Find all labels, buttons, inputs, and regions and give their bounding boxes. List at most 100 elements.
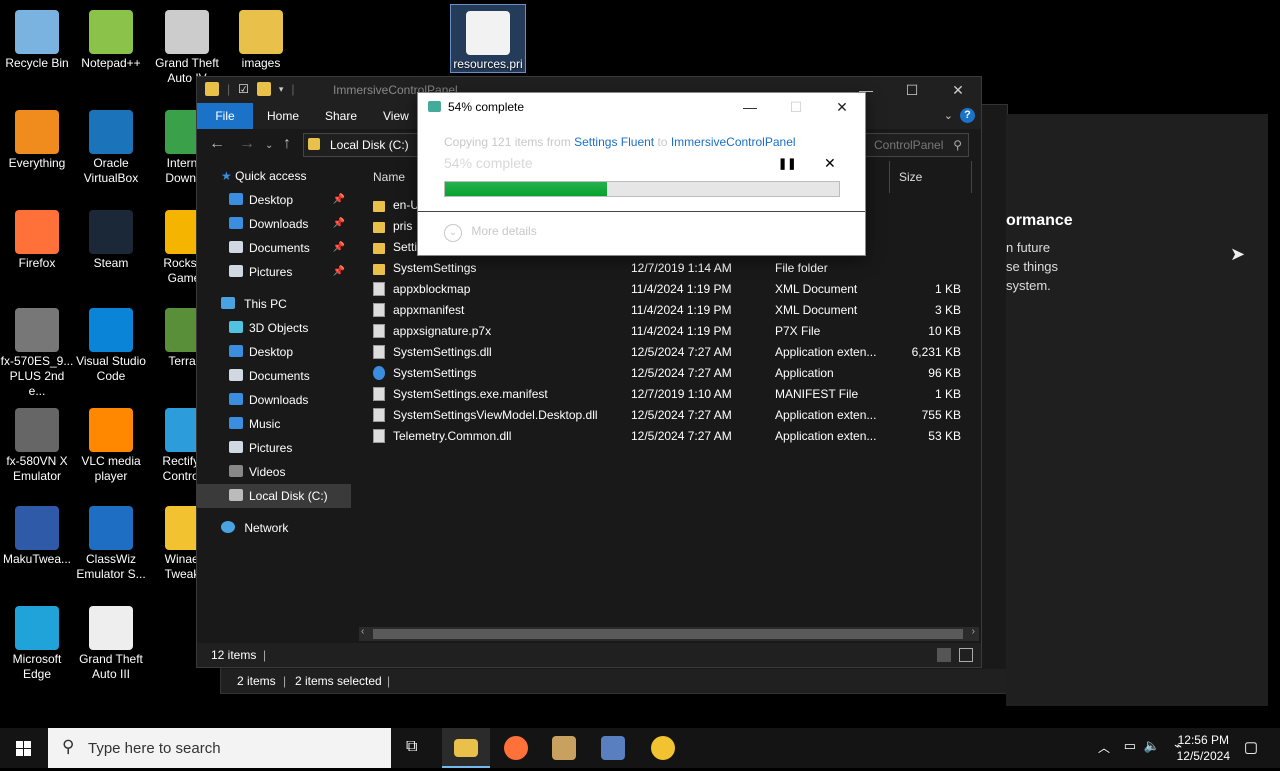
file-row[interactable]: Telemetry.Common.dll 12/5/2024 7:27 AM App… [365, 426, 965, 447]
desktop-icon[interactable]: ClassWiz Emulator S... [74, 500, 148, 582]
pause-button[interactable]: ❚❚ [778, 157, 796, 170]
nav-label: Videos [249, 465, 286, 479]
desktop-icon[interactable]: images [224, 4, 298, 71]
file-row[interactable]: SystemSettings 12/5/2024 7:27 AM Applicati… [365, 363, 965, 384]
nav-network[interactable]: Network [221, 516, 351, 540]
tab-share[interactable]: Share [325, 103, 357, 129]
folder-icon [229, 441, 243, 453]
details-view-icon[interactable] [937, 648, 951, 662]
file-row[interactable]: appxmanifest 11/4/2024 1:19 PM XML Documen… [365, 300, 965, 321]
desktop-icon[interactable]: Visual Studio Code [74, 302, 148, 384]
nav-pc-item[interactable]: Downloads [197, 388, 351, 412]
taskbar-winaero-icon[interactable] [651, 736, 675, 760]
copy-progress-dialog[interactable]: 54% complete — ☐ ✕ Copying 121 items fro… [417, 92, 866, 256]
nav-pc-item[interactable]: Videos [197, 460, 351, 484]
nav-quick-item[interactable]: Documents 📌 [229, 236, 351, 260]
large-icons-view-icon[interactable] [959, 648, 973, 662]
clock[interactable]: 12:56 PM 12/5/2024 [1177, 732, 1230, 764]
desktop-icon[interactable]: Grand Theft Auto IV [150, 4, 224, 86]
up-arrow-icon[interactable]: ↑ [283, 135, 291, 153]
maximize-button[interactable]: ☐ [889, 77, 935, 103]
cancel-button[interactable]: ✕ [824, 155, 836, 172]
customize-toolbar-icon[interactable]: ▾ [279, 84, 284, 95]
help-icon[interactable]: ? [960, 108, 975, 123]
file-row[interactable]: SystemSettingsViewModel.Desktop.dll 12/5/… [365, 405, 965, 426]
panel-heading: ormance [1006, 212, 1073, 229]
nav-pc-item[interactable]: Pictures [197, 436, 351, 460]
nav-pc-item[interactable]: Music [197, 412, 351, 436]
tab-file[interactable]: File [197, 103, 253, 129]
search-icon: ⚲ [62, 737, 75, 756]
desktop-icon[interactable]: Microsoft Edge [0, 600, 74, 682]
desktop-icon[interactable]: Recycle Bin [0, 4, 74, 71]
desktop-icon[interactable]: Everything [0, 104, 74, 171]
source-link[interactable]: Settings Fluent [574, 135, 654, 149]
nav-this-pc[interactable]: This PC [221, 292, 351, 316]
desktop-icon[interactable]: Firefox [0, 204, 74, 271]
desktop-icon[interactable]: Grand Theft Auto III [74, 600, 148, 682]
show-hidden-icons-icon[interactable]: ︿ [1098, 739, 1110, 756]
tab-view[interactable]: View [383, 103, 409, 129]
desktop-icon-label: Everything [8, 156, 66, 170]
desktop-icon[interactable]: MakuTwea... [0, 500, 74, 567]
nav-label: Desktop [249, 345, 294, 359]
nav-quick-access[interactable]: ★ Quick access [221, 164, 351, 188]
file-row[interactable]: SystemSettings 12/7/2019 1:14 AM File fold… [365, 258, 965, 279]
taskbar-firefox-icon[interactable] [504, 736, 528, 760]
nav-quick-item[interactable]: Desktop 📌 [229, 188, 351, 212]
search-field[interactable]: ControlPanel ⚲ [857, 133, 969, 157]
task-view-icon[interactable]: ⧉ [406, 738, 417, 756]
desktop-icon[interactable]: resources.pri [450, 4, 526, 73]
taskbar-file-explorer[interactable] [442, 728, 490, 768]
recent-locations-icon[interactable]: ⌄ [265, 140, 273, 151]
nav-quick-item[interactable]: Downloads 📌 [229, 212, 351, 236]
file-row[interactable]: SystemSettings.exe.manifest 12/7/2019 1:1… [365, 384, 965, 405]
tab-home[interactable]: Home [267, 103, 299, 129]
document-icon [373, 387, 385, 401]
desktop-icon[interactable]: fx-570ES_9... PLUS 2nd e... [0, 302, 74, 399]
desktop-icon-label: Microsoft Edge [12, 652, 62, 681]
destination-link[interactable]: ImmersiveControlPanel [671, 135, 796, 149]
back-arrow-icon[interactable]: ← [209, 135, 225, 153]
file-name: pris [393, 219, 413, 233]
file-row[interactable]: SystemSettings.dll 12/5/2024 7:27 AM Appli… [365, 342, 965, 363]
horizontal-scrollbar[interactable]: ‹ › [359, 626, 979, 641]
desktop-icon[interactable]: VLC media player [74, 402, 148, 484]
folder-icon [229, 193, 243, 205]
close-button[interactable]: ✕ [935, 77, 981, 103]
desktop-icon[interactable]: Steam [74, 204, 148, 271]
column-header-size[interactable]: Size [899, 161, 922, 193]
nav-pc-item[interactable]: Documents [197, 364, 351, 388]
taskbar-search-box[interactable]: ⚲ Type here to search [48, 728, 391, 768]
desktop-icon[interactable]: fx-580VN X Emulator [0, 402, 74, 484]
scroll-left-icon[interactable]: ‹ [361, 626, 364, 637]
column-header-name[interactable]: Name [373, 161, 405, 193]
taskbar-store-icon[interactable] [552, 736, 576, 760]
scrollbar-thumb[interactable] [373, 629, 963, 639]
volume-muted-icon[interactable]: 🔈 [1144, 738, 1160, 754]
nav-pc-item[interactable]: 3D Objects [197, 316, 351, 340]
minimize-button[interactable]: — [727, 93, 773, 121]
network-status-icon[interactable]: ▭ [1124, 738, 1136, 754]
desktop-icon[interactable]: Notepad++ [74, 4, 148, 71]
start-button[interactable] [0, 728, 48, 768]
nav-pc-item[interactable]: Desktop [197, 340, 351, 364]
more-details-button[interactable]: ⌄ More details [444, 224, 537, 242]
nav-pc-item[interactable]: Local Disk (C:) [197, 484, 351, 508]
scroll-right-icon[interactable]: › [972, 626, 975, 637]
properties-icon[interactable]: ☑ [238, 82, 249, 96]
close-button[interactable]: ✕ [819, 93, 865, 121]
expand-ribbon-icon[interactable]: ⌄ [944, 109, 953, 122]
file-row[interactable]: appxblockmap 11/4/2024 1:19 PM XML Documen… [365, 279, 965, 300]
app-icon [15, 506, 59, 550]
navigation-pane: ★ Quick access Desktop 📌 Downloads 📌 Documen… [197, 161, 355, 641]
app-icon [89, 10, 133, 54]
file-row[interactable]: appxsignature.p7x 11/4/2024 1:19 PM P7X Fi… [365, 321, 965, 342]
notifications-icon[interactable]: ▢ [1244, 738, 1258, 756]
nav-quick-item[interactable]: Pictures 📌 [229, 260, 351, 284]
new-folder-icon[interactable] [256, 82, 271, 96]
nav-label: Documents [249, 241, 310, 255]
desktop-icon[interactable]: Oracle VirtualBox [74, 104, 148, 186]
taskbar-app-icon[interactable] [601, 736, 625, 760]
forward-arrow-icon[interactable]: → [239, 135, 255, 153]
